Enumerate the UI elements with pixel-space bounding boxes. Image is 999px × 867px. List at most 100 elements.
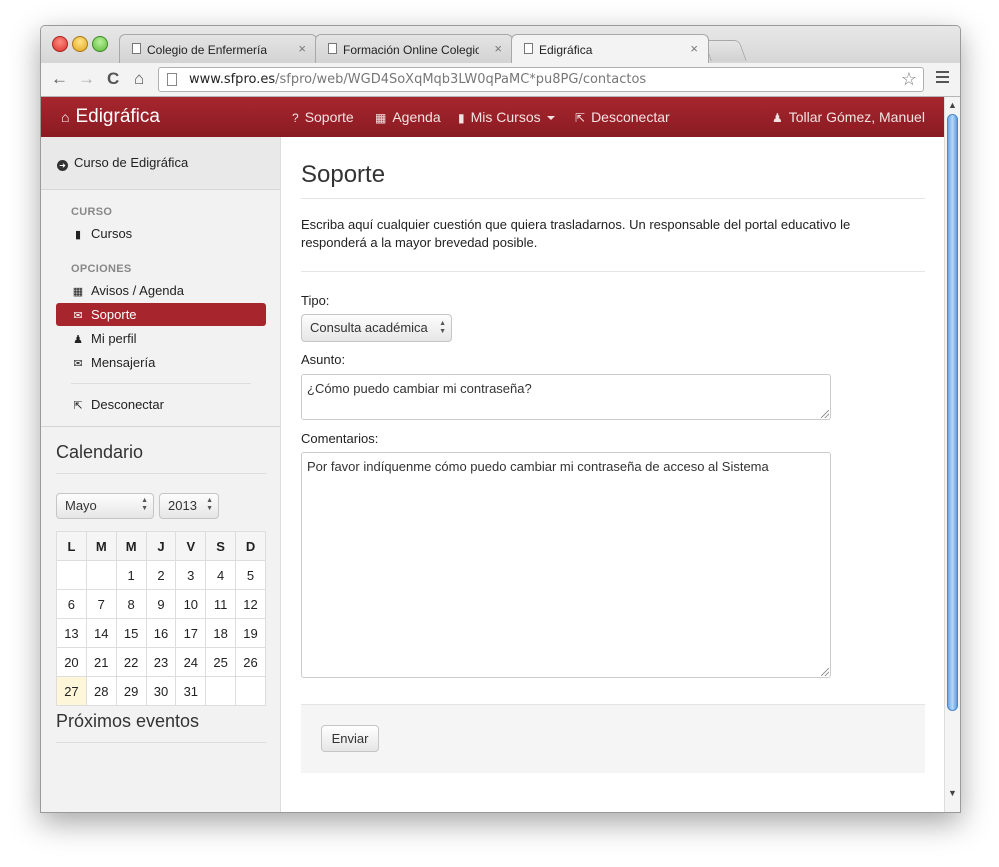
calendar-day[interactable]: 28 bbox=[85, 676, 117, 706]
calendar-day[interactable]: 27 bbox=[56, 676, 87, 706]
calendar-day[interactable]: 4 bbox=[205, 560, 237, 590]
calendar-day[interactable]: 7 bbox=[85, 589, 117, 619]
close-tab-icon[interactable]: × bbox=[690, 41, 698, 56]
sidebar-item-soporte[interactable]: ✉ Soporte bbox=[56, 303, 266, 326]
nav-mis-cursos[interactable]: ▮ Mis Cursos bbox=[458, 109, 555, 125]
intro-text: Escriba aquí cualquier cuestión que quie… bbox=[301, 217, 851, 250]
vertical-scrollbar[interactable]: ▲ ▼ bbox=[944, 97, 960, 812]
month-select[interactable]: Mayo ▲ ▼ bbox=[56, 493, 154, 519]
sidebar-item-avisos[interactable]: ▦ Avisos / Agenda bbox=[56, 279, 266, 302]
resize-grip-icon[interactable] bbox=[821, 668, 829, 676]
nav-header-curso: CURSO bbox=[71, 206, 113, 218]
calendar-day[interactable]: 11 bbox=[205, 589, 237, 619]
browser-toolbar: ← → C ⌂ www.sfpro.es/sfpro/web/WGD4SoXqM… bbox=[41, 63, 960, 97]
close-tab-icon[interactable]: × bbox=[494, 41, 502, 56]
course-link[interactable]: ➜ Curso de Edigráfica bbox=[41, 137, 280, 190]
calendar-day[interactable]: 6 bbox=[56, 589, 87, 619]
forward-button[interactable]: → bbox=[78, 69, 95, 89]
comentarios-textarea[interactable]: Por favor indíquenme cómo puedo cambiar … bbox=[301, 452, 831, 678]
calendar-day[interactable]: 20 bbox=[56, 647, 87, 677]
zoom-window-button[interactable] bbox=[92, 36, 108, 52]
asunto-label: Asunto: bbox=[301, 352, 346, 367]
nav-desconectar[interactable]: ⇱ Desconectar bbox=[575, 109, 670, 125]
calendar-day[interactable]: 10 bbox=[175, 589, 207, 619]
calendar-day[interactable]: 5 bbox=[235, 560, 266, 590]
scroll-up-arrow-icon[interactable]: ▲ bbox=[948, 100, 957, 110]
sidebar-divider bbox=[71, 383, 251, 384]
close-tab-icon[interactable]: × bbox=[298, 41, 306, 56]
user-icon: ♟ bbox=[73, 334, 83, 346]
events-title: Próximos eventos bbox=[56, 711, 200, 731]
resize-grip-icon[interactable] bbox=[821, 410, 829, 418]
sidebar-item-desconectar[interactable]: ⇱ Desconectar bbox=[56, 393, 266, 416]
calendar-day[interactable]: 12 bbox=[235, 589, 266, 619]
calendar-day[interactable]: 24 bbox=[175, 647, 207, 677]
calendar-grid: LMMJVSD 1 2 3 4 5 6 7 8 9 10 11 12 13 14 15 16 17 18 19 20 2… bbox=[56, 531, 266, 706]
calendar-day[interactable]: 1 bbox=[115, 560, 147, 590]
home-icon: ⌂ bbox=[61, 109, 70, 125]
tipo-select[interactable]: Consulta académica ▲ ▼ bbox=[301, 314, 452, 342]
scrollbar-thumb[interactable] bbox=[947, 114, 958, 711]
comentarios-label: Comentarios: bbox=[301, 431, 379, 446]
sidebar-item-perfil[interactable]: ♟ Mi perfil bbox=[56, 327, 266, 350]
weekday-header: M bbox=[115, 531, 147, 561]
scroll-down-arrow-icon[interactable]: ▼ bbox=[948, 788, 957, 798]
new-tab-button[interactable] bbox=[703, 40, 747, 61]
brand-link[interactable]: ⌂ Edigráfica bbox=[61, 106, 160, 128]
select-arrows-icon: ▲ ▼ bbox=[206, 497, 213, 512]
calendar-day[interactable]: 18 bbox=[205, 618, 237, 648]
calendar-day[interactable]: 21 bbox=[85, 647, 117, 677]
close-window-button[interactable] bbox=[52, 36, 68, 52]
calendar-day[interactable]: 19 bbox=[235, 618, 266, 648]
browser-tab-edigrafica[interactable]: Edigráfica × bbox=[511, 34, 709, 63]
calendar-day[interactable]: 29 bbox=[115, 676, 147, 706]
calendar-day[interactable]: 15 bbox=[115, 618, 147, 648]
calendar-week-row: 27 28 29 30 31 bbox=[56, 676, 266, 706]
bookmark-star-icon[interactable]: ☆ bbox=[901, 69, 917, 90]
asunto-input[interactable]: ¿Cómo puedo cambiar mi contraseña? bbox=[301, 374, 831, 420]
calendar-day[interactable]: 16 bbox=[145, 618, 177, 648]
envelope-icon: ✉ bbox=[73, 310, 83, 322]
sidebar: ➜ Curso de Edigráfica CURSO ▮ Cursos OPCIO… bbox=[41, 137, 281, 812]
weekday-header: J bbox=[145, 531, 177, 561]
user-icon: ♟ bbox=[772, 111, 783, 125]
nav-user[interactable]: ♟ Tollar Gómez, Manuel bbox=[772, 109, 925, 125]
address-bar[interactable]: www.sfpro.es/sfpro/web/WGD4SoXqMqb3LW0qP… bbox=[158, 67, 924, 92]
enviar-button[interactable]: Enviar bbox=[321, 725, 379, 752]
calendar-day[interactable]: 22 bbox=[115, 647, 147, 677]
calendar-day[interactable]: 8 bbox=[115, 589, 147, 619]
calendar-day[interactable]: 25 bbox=[205, 647, 237, 677]
calendar-day[interactable]: 17 bbox=[175, 618, 207, 648]
sidebar-item-cursos[interactable]: ▮ Cursos bbox=[56, 222, 266, 245]
envelope-icon: ✉ bbox=[73, 358, 83, 370]
year-select[interactable]: 2013 ▲ ▼ bbox=[159, 493, 219, 519]
calendar-day[interactable]: 23 bbox=[145, 647, 177, 677]
book-icon: ▮ bbox=[458, 111, 465, 125]
page-icon bbox=[524, 43, 533, 54]
calendar-day[interactable]: 30 bbox=[145, 676, 177, 706]
nav-agenda[interactable]: ▦ Agenda bbox=[375, 109, 441, 125]
sidebar-item-mensajeria[interactable]: ✉ Mensajería bbox=[56, 351, 266, 374]
calendar-day[interactable]: 2 bbox=[145, 560, 177, 590]
calendar-empty-cell bbox=[235, 676, 266, 706]
calendar-empty-cell bbox=[56, 560, 87, 590]
calendar-day[interactable]: 9 bbox=[145, 589, 177, 619]
calendar-day[interactable]: 13 bbox=[56, 618, 87, 648]
reload-button[interactable]: C bbox=[107, 69, 119, 89]
page-icon bbox=[167, 73, 177, 86]
calendar-day[interactable]: 3 bbox=[175, 560, 207, 590]
question-icon: ? bbox=[292, 111, 299, 125]
page-title: Soporte bbox=[301, 161, 386, 188]
nav-soporte[interactable]: ? Soporte bbox=[292, 109, 354, 125]
browser-menu-icon[interactable] bbox=[936, 71, 949, 86]
calendar-day[interactable]: 14 bbox=[85, 618, 117, 648]
share-icon: ⇱ bbox=[73, 400, 83, 412]
back-button[interactable]: ← bbox=[51, 69, 68, 89]
browser-tab-colegio[interactable]: Colegio de Enfermería × bbox=[119, 34, 317, 63]
minimize-window-button[interactable] bbox=[72, 36, 88, 52]
calendar-day[interactable]: 31 bbox=[175, 676, 207, 706]
home-button[interactable]: ⌂ bbox=[134, 69, 144, 89]
calendar-day[interactable]: 26 bbox=[235, 647, 266, 677]
select-arrows-icon: ▲ ▼ bbox=[439, 320, 446, 335]
browser-tab-formacion[interactable]: Formación Online Colegio × bbox=[315, 34, 513, 63]
